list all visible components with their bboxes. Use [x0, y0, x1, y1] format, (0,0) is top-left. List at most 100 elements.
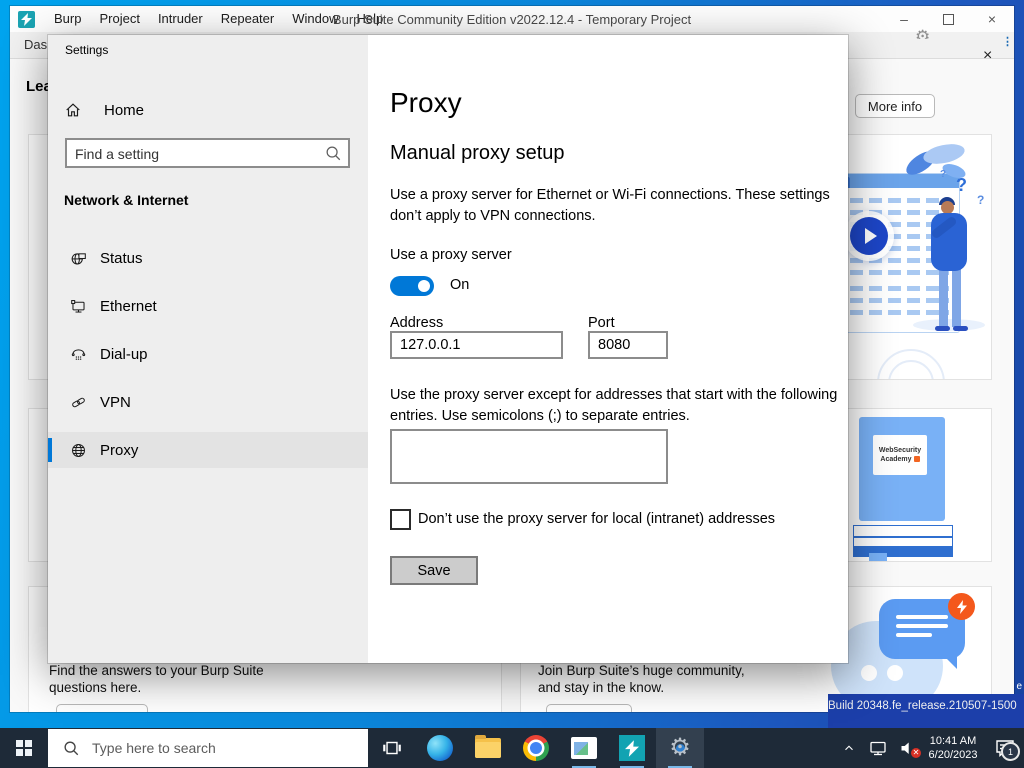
- port-label: Port: [588, 315, 615, 331]
- windows-logo-icon: [16, 740, 32, 756]
- task-view-icon: [383, 741, 401, 755]
- community-card-text: Join Burp Suite’s huge community, and st…: [538, 663, 745, 695]
- burp-window-title: Burp Suite Community Edition v2022.12.4 …: [332, 11, 692, 27]
- section-title: Manual proxy setup: [390, 142, 565, 164]
- notification-count-badge: 1: [1001, 742, 1020, 761]
- bookmark-ribbon: [869, 553, 887, 561]
- taskbar-clock[interactable]: 10:41 AM 6/20/2023: [922, 734, 984, 762]
- status-icon: [70, 250, 87, 267]
- desktop: Burp Project Intruder Repeater Window He…: [0, 0, 1024, 768]
- toggle-label: Use a proxy server: [390, 247, 512, 263]
- academy-logo: WebSecurity Academy: [873, 435, 927, 475]
- tray-expand-button[interactable]: [836, 728, 862, 768]
- settings-search-input[interactable]: [73, 141, 315, 167]
- build-watermark: Build 20348.fe_release.210507-1500: [828, 694, 1024, 728]
- person-illustration: [952, 269, 961, 327]
- sidebar-item-proxy[interactable]: Proxy: [48, 432, 368, 468]
- sidebar-item-label: Dial-up: [100, 345, 148, 363]
- volume-tray-button[interactable]: ✕: [894, 728, 922, 768]
- checkbox-label: Don’t use the proxy server for local (in…: [418, 511, 776, 527]
- more-info-button[interactable]: More info: [855, 94, 935, 118]
- chrome-button[interactable]: [512, 728, 560, 768]
- toggle-knob: [418, 280, 430, 292]
- search-icon[interactable]: [324, 144, 342, 162]
- notification-center-button[interactable]: 1: [986, 728, 1024, 768]
- port-input[interactable]: [588, 331, 668, 359]
- burp-icon: [619, 735, 645, 761]
- follow-us-button[interactable]: Follow us: [546, 704, 632, 712]
- page-title: Proxy: [390, 87, 462, 118]
- burp-app-icon: [18, 10, 35, 28]
- person-illustration: [939, 269, 948, 327]
- book-illustration: [853, 525, 953, 537]
- menu-burp[interactable]: Burp: [45, 6, 90, 32]
- burp-close-button[interactable]: ×: [970, 6, 1014, 32]
- edge-icon: [427, 735, 453, 761]
- settings-search-box[interactable]: [65, 138, 350, 168]
- menu-repeater[interactable]: Repeater: [212, 6, 283, 32]
- settings-taskbar-button[interactable]: ⚙: [656, 728, 704, 768]
- task-view-button[interactable]: [368, 728, 416, 768]
- local-addresses-checkbox[interactable]: [390, 509, 411, 530]
- search-icon: [62, 739, 80, 757]
- menu-intruder[interactable]: Intruder: [149, 6, 212, 32]
- question-mark-icon: ?: [940, 169, 947, 180]
- burp-titlebar: Burp Project Intruder Repeater Window He…: [10, 6, 1014, 33]
- dialup-icon: [70, 346, 87, 363]
- person-illustration: [935, 326, 950, 331]
- fingerprint-illustration: [877, 349, 945, 379]
- volume-muted-icon: ✕: [898, 738, 921, 758]
- settings-window: Settings – × Home Network & Internet Sta…: [48, 35, 848, 663]
- proxy-icon: [70, 442, 87, 459]
- address-label: Address: [390, 315, 444, 331]
- address-input[interactable]: [390, 331, 563, 359]
- taskbar: ⚙ ✕ 10:41 AM 6/20/2023 1: [0, 728, 1024, 768]
- book-illustration: [853, 537, 953, 547]
- app-window-button[interactable]: [560, 728, 608, 768]
- notification-icon: 1: [994, 738, 1020, 761]
- proxy-toggle[interactable]: [390, 276, 434, 296]
- help-card-text: Find the answers to your Burp Suite ques…: [49, 663, 264, 695]
- file-explorer-button[interactable]: [464, 728, 512, 768]
- sidebar-item-label: Proxy: [100, 441, 139, 459]
- ethernet-icon: [70, 298, 87, 315]
- edge-button[interactable]: [416, 728, 464, 768]
- clock-time: 10:41 AM: [929, 735, 977, 747]
- academy-logo-line1: WebSecurity: [878, 447, 922, 454]
- sidebar-section-heading: Network & Internet: [64, 192, 189, 208]
- sidebar-item-label: VPN: [100, 393, 131, 411]
- taskbar-search-box[interactable]: [48, 729, 368, 767]
- burp-taskbar-button[interactable]: [608, 728, 656, 768]
- menu-project[interactable]: Project: [90, 6, 148, 32]
- maximize-icon: [942, 13, 954, 25]
- sidebar-item-label: Ethernet: [100, 297, 157, 315]
- lightning-badge-icon: [948, 593, 975, 620]
- exceptions-textarea[interactable]: [390, 429, 668, 484]
- play-button-icon[interactable]: [844, 211, 894, 261]
- sidebar-item-ethernet[interactable]: Ethernet: [48, 288, 368, 324]
- academy-orange-mark: [913, 456, 920, 463]
- network-tray-button[interactable]: [864, 728, 892, 768]
- sidebar-item-home[interactable]: Home: [64, 93, 354, 127]
- sidebar-item-label: Status: [100, 249, 143, 267]
- sidebar-item-label: Home: [104, 101, 145, 119]
- person-illustration: [953, 326, 968, 331]
- start-button[interactable]: [0, 728, 48, 768]
- save-button[interactable]: Save: [390, 556, 478, 585]
- proxy-description: Use a proxy server for Ethernet or Wi-Fi…: [390, 187, 830, 224]
- chrome-icon: [523, 735, 549, 761]
- dots-menu-icon[interactable]: ⋮: [1002, 37, 1013, 48]
- vpn-icon: [70, 394, 87, 411]
- academy-logo-line2: Academy: [880, 455, 920, 464]
- settings-window-title: Settings: [65, 43, 109, 57]
- banner-close-icon[interactable]: ×: [983, 48, 992, 64]
- settings-main-panel: Proxy Manual proxy setup Use a proxy ser…: [368, 35, 848, 663]
- sidebar-item-status[interactable]: Status: [48, 240, 368, 276]
- gear-icon: ⚙: [915, 28, 931, 39]
- sidebar-item-dialup[interactable]: Dial-up: [48, 336, 368, 372]
- find-answers-button[interactable]: Find answers: [56, 704, 148, 712]
- toggle-state-label: On: [450, 277, 470, 293]
- taskbar-search-input[interactable]: [90, 739, 334, 757]
- mute-x-badge: ✕: [911, 748, 921, 758]
- sidebar-item-vpn[interactable]: VPN: [48, 384, 368, 420]
